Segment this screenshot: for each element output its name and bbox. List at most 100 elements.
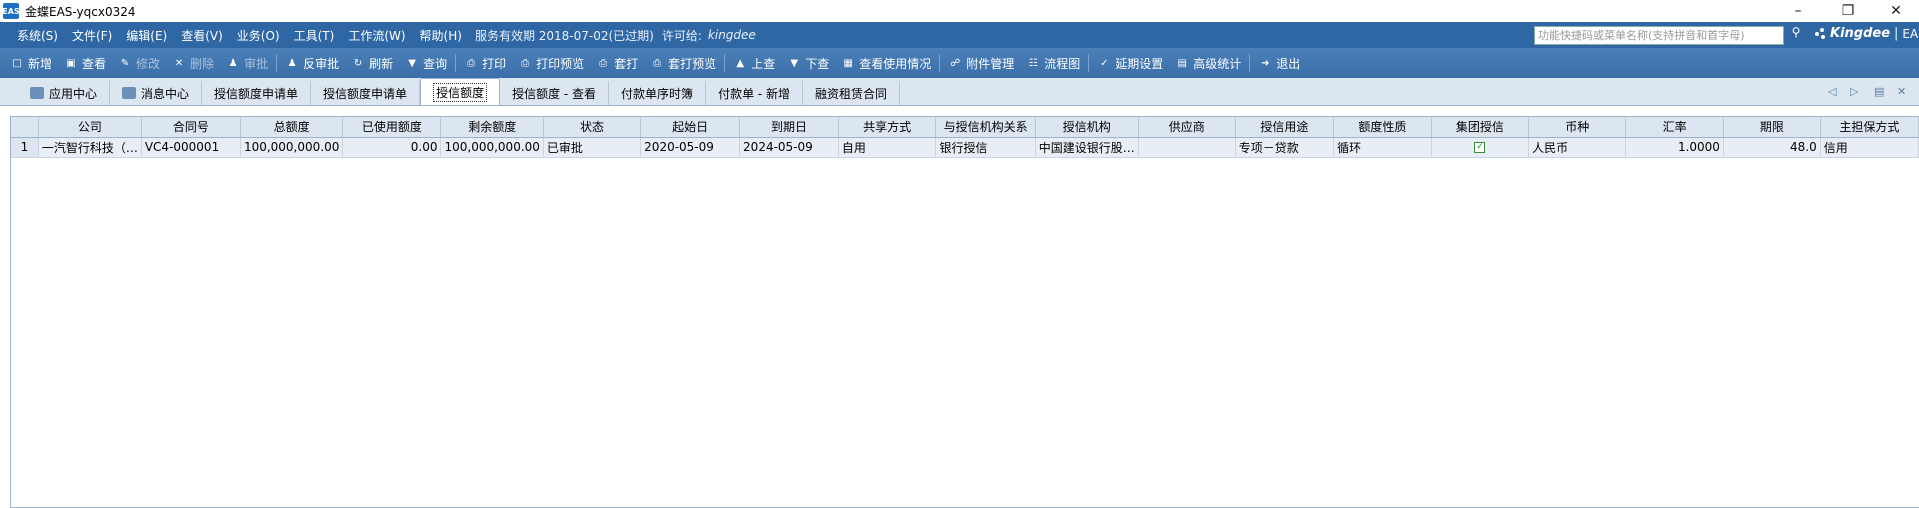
column-header-institution[interactable]: 授信机构 [1035, 117, 1139, 138]
menu-workflow[interactable]: 工作流(W) [341, 27, 412, 44]
close-button[interactable]: ✕ [1873, 0, 1919, 22]
cell-contract-no[interactable]: VC4-000001 [141, 137, 241, 158]
cell-rate[interactable]: 1.0000 [1625, 137, 1724, 158]
tab-payment-new[interactable]: 付款单 - 新增 [706, 81, 804, 105]
usage-button[interactable]: ▦ 查看使用情况 [835, 52, 937, 74]
refresh-button[interactable]: ↻ 刷新 [345, 52, 399, 74]
view-button[interactable]: ▣ 查看 [58, 52, 112, 74]
flowchart-icon: ☷ [1028, 57, 1038, 69]
tab-list-icon[interactable]: ▤ [1874, 85, 1884, 98]
table-row[interactable]: 1 一汽智行科技（… VC4-000001 100,000,000.00 0.0… [11, 137, 1919, 158]
column-header-remaining[interactable]: 剩余额度 [440, 117, 544, 138]
flowchart-button[interactable]: ☷ 流程图 [1020, 52, 1086, 74]
trace-up-button[interactable]: ▲ 上查 [727, 52, 781, 74]
column-header-share-mode[interactable]: 共享方式 [838, 117, 937, 138]
template-preview-button[interactable]: ⎙ 套打预览 [644, 52, 722, 74]
menu-file[interactable]: 文件(F) [65, 27, 119, 44]
tab-credit-application-1[interactable]: 授信额度申请单 [202, 81, 312, 105]
tab-next-icon[interactable]: ▷ [1850, 85, 1858, 98]
column-header-nature[interactable]: 额度性质 [1333, 117, 1432, 138]
restore-button[interactable]: ❐ [1825, 0, 1871, 22]
title-bar: EAS 金蝶EAS-yqcx0324 – ❐ ✕ [0, 0, 1919, 22]
tab-close-icon[interactable]: ✕ [1897, 85, 1906, 98]
menu-view[interactable]: 查看(V) [174, 27, 230, 44]
query-button[interactable]: ▼ 查询 [399, 52, 453, 74]
menu-system[interactable]: 系统(S) [10, 27, 65, 44]
cell-company[interactable]: 一汽智行科技（… [38, 137, 142, 158]
column-header-purpose[interactable]: 授信用途 [1235, 117, 1335, 138]
attachment-button[interactable]: ☍ 附件管理 [942, 52, 1020, 74]
menu-edit[interactable]: 编辑(E) [119, 27, 174, 44]
new-icon: □ [12, 57, 22, 69]
column-header-used[interactable]: 已使用额度 [342, 117, 442, 138]
column-header-relation[interactable]: 与授信机构关系 [935, 117, 1036, 138]
tab-prev-icon[interactable]: ◁ [1828, 85, 1836, 98]
column-header-rate[interactable]: 汇率 [1625, 117, 1724, 138]
tab-credit-application-2[interactable]: 授信额度申请单 [311, 81, 421, 105]
template-print-button[interactable]: ⎙ 套打 [590, 52, 644, 74]
tab-credit-limit[interactable]: 授信额度 [420, 78, 501, 105]
new-button[interactable]: □ 新增 [4, 52, 58, 74]
group-credit-checkbox[interactable]: ✓ [1474, 142, 1486, 153]
tab-message-center[interactable]: 消息中心 [110, 81, 203, 105]
tab-app-center[interactable]: 应用中心 [18, 81, 111, 105]
cell-currency[interactable]: 人民币 [1528, 137, 1627, 158]
stats-button[interactable]: ▤ 高级统计 [1169, 52, 1247, 74]
menu-help[interactable]: 帮助(H) [413, 27, 469, 44]
row-index: 1 [11, 137, 39, 158]
tab-payment-list[interactable]: 付款单序时簿 [609, 81, 707, 105]
cell-status[interactable]: 已审批 [543, 137, 642, 158]
column-header-contract-no[interactable]: 合同号 [141, 117, 241, 138]
column-header-guarantee[interactable]: 主担保方式 [1820, 117, 1919, 138]
brand-separator: | [1894, 26, 1899, 41]
print-button[interactable]: ⎙ 打印 [458, 52, 512, 74]
column-header-term[interactable]: 期限 [1723, 117, 1821, 138]
exit-icon: ➜ [1261, 57, 1270, 69]
column-header-status[interactable]: 状态 [543, 117, 642, 138]
cell-supplier[interactable] [1138, 137, 1236, 158]
cell-purpose[interactable]: 专项－贷款 [1235, 137, 1335, 158]
approve-button[interactable]: ♟ 审批 [220, 52, 274, 74]
trace-down-button[interactable]: ▼ 下查 [781, 52, 835, 74]
cell-term[interactable]: 48.0 [1723, 137, 1821, 158]
delete-button[interactable]: ✕ 删除 [166, 52, 220, 74]
column-header-end-date[interactable]: 到期日 [739, 117, 839, 138]
cell-start-date[interactable]: 2020-05-09 [640, 137, 741, 158]
refresh-icon: ↻ [353, 57, 363, 69]
column-header-supplier[interactable]: 供应商 [1138, 117, 1236, 138]
cell-group-credit[interactable]: ✓ [1431, 137, 1530, 158]
tab-finance-lease[interactable]: 融资租赁合同 [803, 81, 901, 105]
cell-share-mode[interactable]: 自用 [838, 137, 937, 158]
unapprove-button[interactable]: ♟ 反审批 [279, 52, 345, 74]
exit-button[interactable]: ➜ 退出 [1252, 52, 1306, 74]
menu-business[interactable]: 业务(O) [230, 27, 287, 44]
column-header-index[interactable] [11, 117, 39, 138]
cell-institution[interactable]: 中国建设银行股… [1035, 137, 1139, 158]
stats-icon: ▤ [1177, 57, 1187, 69]
column-header-total[interactable]: 总额度 [240, 117, 344, 138]
extend-button[interactable]: ✓ 延期设置 [1091, 52, 1169, 74]
menu-tools[interactable]: 工具(T) [287, 27, 342, 44]
tab-credit-limit-view[interactable]: 授信额度 - 查看 [500, 81, 610, 105]
query-icon: ▼ [408, 57, 416, 69]
search-icon[interactable]: ⚲ [1788, 25, 1804, 43]
cell-remaining[interactable]: 100,000,000.00 [440, 137, 544, 158]
print-preview-button[interactable]: ⎙ 打印预览 [512, 52, 590, 74]
cell-relation[interactable]: 银行授信 [935, 137, 1036, 158]
cell-used[interactable]: 0.00 [342, 137, 442, 158]
column-header-company[interactable]: 公司 [38, 117, 142, 138]
cell-nature[interactable]: 循环 [1333, 137, 1432, 158]
column-header-start-date[interactable]: 起始日 [640, 117, 741, 138]
cell-end-date[interactable]: 2024-05-09 [739, 137, 839, 158]
column-header-currency[interactable]: 币种 [1528, 117, 1627, 138]
cell-total[interactable]: 100,000,000.00 [240, 137, 344, 158]
edit-button[interactable]: ✎ 修改 [112, 52, 166, 74]
app-center-icon [30, 87, 44, 99]
message-icon [122, 87, 137, 99]
quick-search-input[interactable]: 功能快捷码或菜单名称(支持拼音和首字母) [1534, 26, 1784, 45]
cell-guarantee[interactable]: 信用 [1820, 137, 1919, 158]
trace-down-icon: ▼ [790, 57, 799, 69]
toolbar: □ 新增 ▣ 查看 ✎ 修改 ✕ 删除 ♟ 审批 ♟ 反审批 ↻ 刷新 ▼ 查询 ⎙ 打印 ⎙ 打印… [0, 48, 1919, 78]
column-header-group-credit[interactable]: 集团授信 [1431, 117, 1530, 138]
minimize-button[interactable]: – [1775, 0, 1821, 22]
